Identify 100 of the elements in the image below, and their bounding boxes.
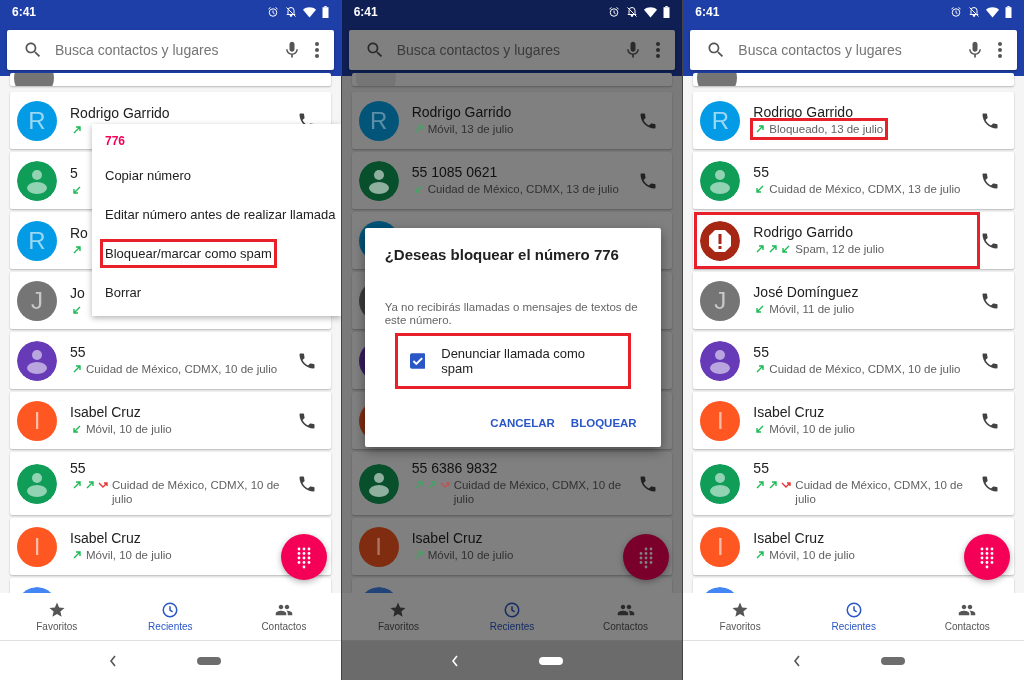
- outgoing-arrow-icon: [72, 480, 82, 490]
- missed-call-icon: [781, 480, 792, 490]
- checkbox[interactable]: [409, 353, 426, 369]
- alarm-icon: [950, 6, 962, 18]
- nav-tab[interactable]: Favoritos: [0, 593, 114, 640]
- nav-tab[interactable]: Contactos: [568, 593, 683, 640]
- star-icon: [389, 601, 408, 619]
- call-row[interactable]: R Rodrigo Garrido Móvil, 13 de julio: [351, 92, 673, 149]
- call-row[interactable]: I Isabel Cruz Móvil, 10 de julio: [351, 518, 673, 575]
- dialpad-button[interactable]: [622, 534, 669, 580]
- menu-item[interactable]: Borrar: [100, 278, 147, 307]
- call-details: Spam, 12 de julio: [795, 242, 885, 256]
- call-row[interactable]: I Isabel Cruz Móvil, 10 de julio: [10, 392, 331, 449]
- menu-item[interactable]: Copiar número: [100, 161, 196, 190]
- nav-tab[interactable]: Recientes: [796, 593, 911, 640]
- call-details: Cuidad de México, CDMX, 10 de julio: [769, 362, 961, 376]
- search-bar[interactable]: Busca contactos y lugares: [690, 30, 1017, 70]
- letter-avatar: R: [17, 220, 57, 261]
- search-bar[interactable]: Busca contactos y lugares: [348, 30, 676, 70]
- nav-tab[interactable]: Recientes: [113, 593, 228, 640]
- outgoing-arrow-icon: [768, 480, 779, 490]
- call-row[interactable]: [693, 73, 1014, 86]
- home-button[interactable]: [197, 656, 222, 665]
- outgoing-arrow-icon: [426, 480, 437, 490]
- call-details: Cuidad de México, CDMX, 10 de julio: [86, 362, 278, 376]
- contact-name: 55: [70, 344, 86, 360]
- call-row[interactable]: 55 Cuidad de México, CDMX, 10 de julio: [693, 332, 1014, 389]
- outgoing-arrow-icon: [755, 550, 766, 560]
- search-bar[interactable]: Busca contactos y lugares: [7, 30, 334, 70]
- letter-avatar: I: [17, 400, 57, 441]
- call-row[interactable]: 55 Cuidad de México, CDMX, 13 de julio: [693, 152, 1014, 209]
- call-row[interactable]: R Rodrigo Garrido Bloqueado, 13 de julio: [693, 92, 1014, 149]
- alarm-icon: [266, 6, 279, 18]
- nav-tab[interactable]: Favoritos: [341, 593, 456, 640]
- outgoing-arrow-icon: [755, 364, 766, 374]
- call-row[interactable]: Rodrigo Garrido Spam, 12 de julio: [693, 212, 1014, 269]
- outgoing-arrow-icon: [413, 480, 424, 490]
- status-time: 6:41: [695, 5, 720, 19]
- menu-item[interactable]: Editar número antes de realizar llamada: [100, 200, 341, 229]
- incoming-arrow-icon: [755, 184, 766, 194]
- letter-avatar: I: [17, 526, 57, 567]
- incoming-arrow-icon: [72, 185, 82, 195]
- back-icon[interactable]: [792, 654, 801, 667]
- home-button[interactable]: [880, 656, 905, 665]
- outgoing-arrow-icon: [768, 244, 779, 254]
- contact-name: Isabel Cruz: [70, 404, 141, 420]
- menu-item[interactable]: Bloquear/marcar como spam: [100, 239, 277, 268]
- call-row[interactable]: J José Domínguez Móvil, 11 de julio: [693, 272, 1014, 329]
- dialog-button[interactable]: CANCELAR: [486, 411, 559, 435]
- call-details: Cuidad de México, CDMX, 13 de julio: [769, 182, 961, 196]
- incoming-arrow-icon: [755, 304, 766, 314]
- call-row[interactable]: I Isabel Cruz Móvil, 10 de julio: [693, 392, 1014, 449]
- home-button[interactable]: [539, 656, 563, 665]
- more-options-icon[interactable]: [313, 41, 320, 59]
- more-options-icon[interactable]: [997, 41, 1003, 59]
- battery-icon: [1005, 6, 1012, 18]
- incoming-arrow-icon: [781, 244, 792, 254]
- more-options-icon[interactable]: [655, 41, 662, 59]
- call-details: Cuidad de México, CDMX, 10 de julio: [453, 478, 623, 506]
- nav-tab[interactable]: Recientes: [455, 593, 569, 640]
- contact-name: 55: [753, 164, 769, 180]
- incoming-arrow-icon: [755, 424, 766, 434]
- status-time: 6:41: [353, 5, 378, 19]
- letter-avatar: I: [700, 526, 741, 567]
- dialog-title: ¿Deseas bloquear el número 776: [384, 246, 620, 263]
- call-row[interactable]: 55 Cuidad de México, CDMX, 10 de julio: [10, 332, 331, 389]
- incoming-arrow-icon: [72, 305, 82, 315]
- call-details: Cuidad de México, CDMX, 10 de julio: [112, 478, 281, 506]
- contact-name: Isabel Cruz: [753, 530, 825, 546]
- search-field[interactable]: Busca contactos y lugares: [738, 42, 953, 58]
- clock-icon: [844, 601, 863, 619]
- bell-off-icon: [284, 6, 297, 18]
- call-details: Cuidad de México, CDMX, 10 de julio: [795, 478, 964, 506]
- search-field[interactable]: Busca contactos y lugares: [396, 42, 612, 58]
- call-row[interactable]: 55 Cuidad de México, CDMX, 10 de julio: [10, 452, 331, 515]
- outgoing-arrow-icon: [755, 480, 766, 490]
- dialpad-button[interactable]: [281, 534, 327, 580]
- call-row[interactable]: I Isabel Cruz Móvil, 10 de julio: [693, 518, 1014, 575]
- contact-name: 55 1085 0621: [411, 164, 498, 180]
- call-row[interactable]: 55 Cuidad de México, CDMX, 10 de julio: [693, 452, 1014, 515]
- bell-off-icon: [626, 6, 639, 18]
- dialog-button[interactable]: BLOQUEAR: [566, 411, 641, 435]
- call-row[interactable]: 55 6386 9832 Cuidad de México, CDMX, 10 de julio: [351, 452, 673, 515]
- contact-name: 5: [70, 165, 78, 181]
- call-details: Móvil, 10 de julio: [769, 422, 855, 436]
- search-field[interactable]: Busca contactos y lugares: [55, 42, 270, 58]
- contact-name: Isabel Cruz: [753, 404, 825, 420]
- dialpad-button[interactable]: [964, 534, 1011, 580]
- nav-tab[interactable]: Favoritos: [683, 593, 797, 640]
- call-row[interactable]: I Isabel Cruz Móvil, 10 de julio: [10, 518, 331, 575]
- back-icon[interactable]: [109, 654, 118, 667]
- outgoing-arrow-icon: [85, 480, 95, 490]
- search-icon[interactable]: [23, 40, 43, 60]
- letter-avatar: R: [358, 100, 399, 141]
- nav-tab[interactable]: Contactos: [227, 593, 341, 640]
- nav-tab[interactable]: Contactos: [910, 593, 1024, 640]
- call-row[interactable]: 55 1085 0621 Cuidad de México, CDMX, 13 de julio: [351, 152, 673, 209]
- call-row[interactable]: [10, 73, 331, 86]
- contact-name: 55 6386 9832: [411, 460, 498, 476]
- contact-name: Isabel Cruz: [411, 530, 483, 546]
